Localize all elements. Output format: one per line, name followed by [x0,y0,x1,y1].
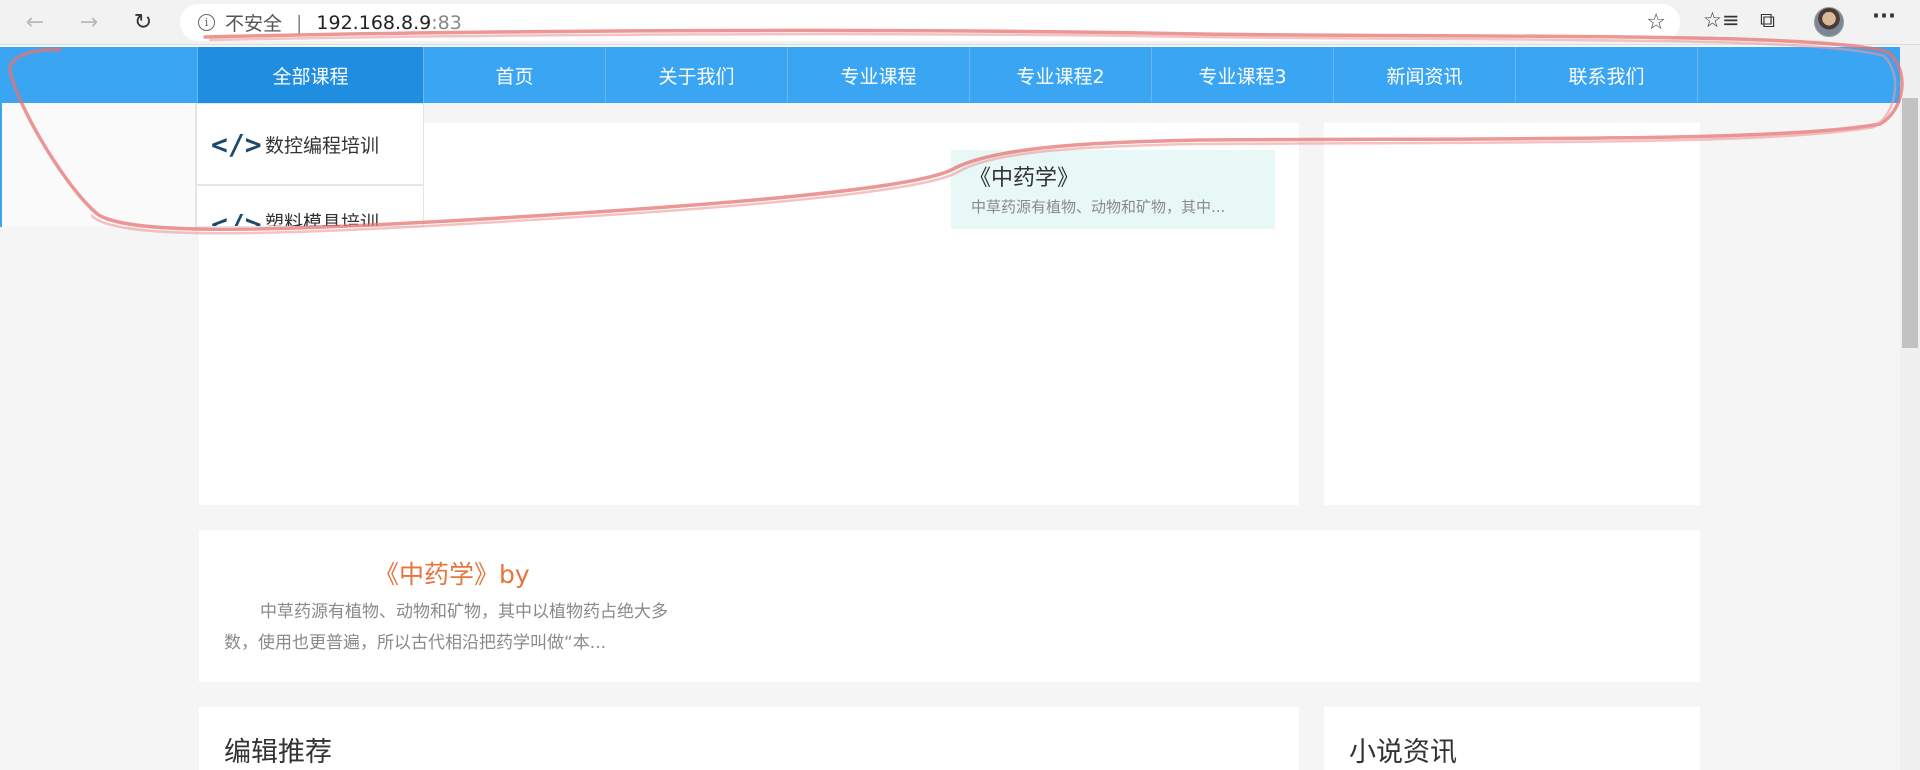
dropdown-item-label: 塑料模具培训 [265,212,380,227]
info-icon[interactable]: i [198,14,215,31]
slide-description: 中草药源有植物、动物和矿物，其中... [971,198,1226,216]
url-host: 192.168.8.9 [316,11,432,34]
feature-title[interactable]: 《中药学》by [374,555,530,591]
nav-courses-2[interactable]: 专业课程2 [970,47,1152,103]
feature-description: 中草药源有植物、动物和矿物，其中以植物药占绝大多数，使用也更普遍，所以古代相沿把… [224,602,668,653]
left-panel [0,103,196,227]
dropdown-item-cnc-programming[interactable]: </> 数控编程培训 [196,103,424,185]
forward-arrow-icon[interactable]: → [72,7,106,37]
address-separator: | [296,11,303,34]
nav-news[interactable]: 新闻资讯 [1334,47,1516,103]
star-icon[interactable]: ☆ [1646,10,1666,35]
slide-title: 《中药学》 [969,166,1080,191]
dropdown-item-label: 数控编程培训 [265,134,380,157]
editor-pick-title: 编辑推荐 [224,737,332,768]
refresh-icon[interactable]: ↻ [126,7,160,37]
dropdown-item-plastic-mold[interactable]: </> 塑料模具培训 [196,185,424,227]
code-icon: </> [211,127,262,161]
collections-icon[interactable]: ⧉ [1760,8,1775,33]
nav-contact-us[interactable]: 联系我们 [1516,47,1698,103]
side-card [1324,123,1700,505]
code-icon: </> [211,208,262,227]
nav-all-courses[interactable]: 全部课程 [197,47,424,103]
scrollbar-thumb[interactable] [1902,98,1918,348]
more-menu-icon[interactable]: ··· [1872,4,1896,28]
slide-caption[interactable]: 《中药学》 中草药源有植物、动物和矿物，其中... [951,150,1275,229]
back-arrow-icon[interactable]: ← [18,7,52,37]
avatar[interactable] [1814,7,1844,37]
novel-news-title: 小说资讯 [1349,737,1457,768]
left-accent-strip [0,103,2,227]
editor-pick-card [199,707,1299,770]
browser-toolbar: ← → ↻ i 不安全 | 192.168.8.9 :83 ☆ ☆≡ ⧉ ··· [0,0,1920,45]
nav-about-us[interactable]: 关于我们 [606,47,788,103]
nav-courses-3[interactable]: 专业课程3 [1152,47,1334,103]
url-port: :83 [431,11,462,34]
security-label: 不安全 [225,13,283,35]
nav-courses[interactable]: 专业课程 [788,47,970,103]
site-navigation: 全部课程 首页 关于我们 专业课程 专业课程2 专业课程3 新闻资讯 联系我们 [0,47,1900,103]
address-bar[interactable]: i 不安全 | 192.168.8.9 :83 ☆ [180,4,1680,41]
nav-home[interactable]: 首页 [424,47,606,103]
favorites-icon[interactable]: ☆≡ [1703,8,1739,32]
